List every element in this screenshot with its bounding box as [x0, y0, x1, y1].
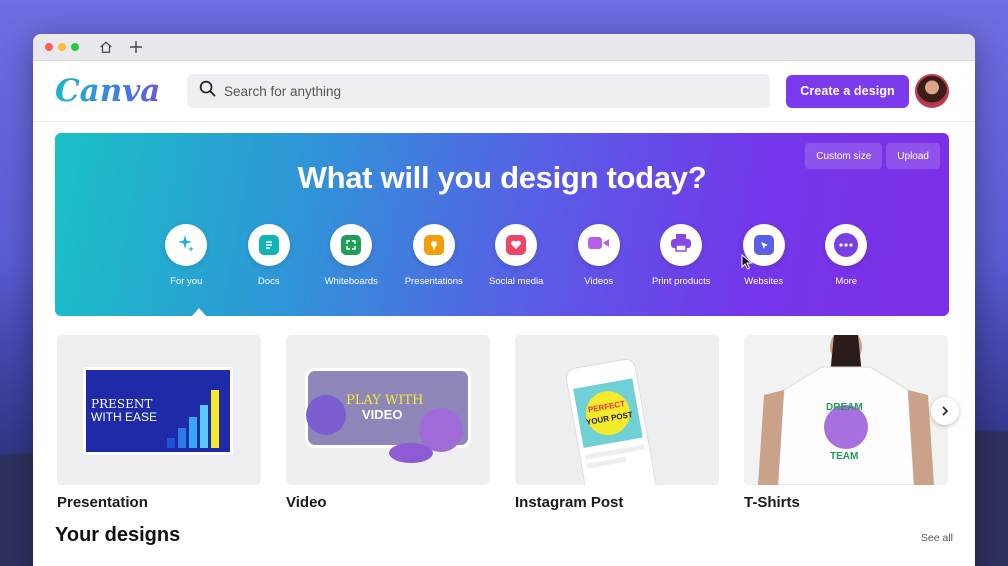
doc-icon — [258, 235, 279, 255]
category-label: Social media — [489, 276, 544, 287]
category-social-media[interactable]: Social media — [475, 224, 558, 287]
template-card-presentation[interactable]: PRESENT WITH EASE Presentation — [57, 335, 261, 511]
whiteboard-icon — [341, 235, 362, 255]
template-card-instagram-post[interactable]: PERFECT YOUR POST Instagram Post — [515, 335, 719, 511]
home-icon[interactable] — [98, 39, 114, 55]
category-docs[interactable]: Docs — [228, 224, 311, 287]
category-label: Docs — [257, 276, 280, 287]
category-label: Whiteboards — [324, 276, 378, 287]
selected-category-pointer — [192, 308, 206, 316]
browser-window: Canva Create a design What will you desi… — [33, 34, 975, 566]
search-icon — [199, 80, 216, 102]
category-more[interactable]: More — [805, 224, 888, 287]
category-videos[interactable]: Videos — [558, 224, 641, 287]
category-print-products[interactable]: Print products — [640, 224, 723, 287]
custom-size-button[interactable]: Custom size — [805, 143, 883, 169]
instagram-thumbnail: PERFECT YOUR POST — [515, 335, 719, 485]
card-label: Instagram Post — [515, 494, 624, 511]
heart-icon — [506, 235, 527, 255]
avatar[interactable] — [915, 74, 949, 108]
category-label: For you — [170, 276, 203, 287]
chevron-right-icon — [940, 403, 950, 419]
search-input[interactable] — [224, 83, 724, 99]
card-label: T-Shirts — [744, 494, 800, 511]
cursor-window-icon — [753, 235, 774, 255]
hero-banner: What will you design today? Custom size … — [55, 133, 949, 316]
close-window-button[interactable] — [45, 43, 53, 51]
maximize-window-button[interactable] — [71, 43, 79, 51]
new-tab-icon[interactable] — [128, 39, 144, 55]
template-card-t-shirts[interactable]: DREAM TEAM T-Shirts — [744, 335, 948, 511]
create-design-button[interactable]: Create a design — [786, 74, 909, 108]
card-label: Video — [286, 494, 327, 511]
search-bar[interactable] — [187, 74, 770, 108]
category-label: Websites — [744, 276, 784, 287]
card-label: Presentation — [57, 494, 148, 511]
see-all-link[interactable]: See all — [921, 532, 953, 544]
upload-button[interactable]: Upload — [886, 143, 940, 169]
category-for-you[interactable]: For you — [145, 224, 228, 287]
presentation-thumbnail: PRESENT WITH EASE — [57, 335, 261, 485]
browser-titlebar — [33, 34, 975, 61]
printer-icon — [671, 233, 692, 257]
presentation-art-line1: PRESENT — [91, 397, 152, 411]
category-presentations[interactable]: Presentations — [393, 224, 476, 287]
template-carousel: PRESENT WITH EASE Presentation PLAY WITH… — [57, 335, 948, 511]
category-label: Print products — [651, 276, 711, 287]
sparkle-icon — [176, 233, 196, 258]
video-icon — [587, 235, 610, 256]
template-card-video[interactable]: PLAY WITH VIDEO Video — [286, 335, 490, 511]
your-designs-heading: Your designs — [55, 524, 181, 546]
category-list: For you Docs Whiteboards Presentations S… — [145, 224, 888, 287]
mouse-cursor-icon — [741, 253, 753, 275]
top-navigation: Canva Create a design — [33, 61, 975, 122]
video-art-line1: PLAY WITH — [346, 393, 423, 408]
carousel-next-button[interactable] — [931, 397, 959, 425]
canva-logo[interactable]: Canva — [55, 73, 187, 109]
tshirt-art-line2: TEAM — [830, 451, 858, 462]
presentation-art-line2: WITH EASE — [91, 410, 157, 424]
presentation-icon — [423, 235, 444, 255]
category-label: Presentations — [404, 276, 463, 287]
video-art-line2: VIDEO — [362, 407, 402, 422]
video-thumbnail: PLAY WITH VIDEO — [286, 335, 490, 485]
category-whiteboards[interactable]: Whiteboards — [310, 224, 393, 287]
more-icon — [834, 233, 859, 257]
tshirt-thumbnail: DREAM TEAM — [744, 335, 948, 485]
category-label: Videos — [584, 276, 614, 287]
tshirt-art-line1: DREAM — [826, 402, 863, 413]
minimize-window-button[interactable] — [58, 43, 66, 51]
category-websites[interactable]: Websites — [723, 224, 806, 287]
category-label: More — [835, 276, 858, 287]
